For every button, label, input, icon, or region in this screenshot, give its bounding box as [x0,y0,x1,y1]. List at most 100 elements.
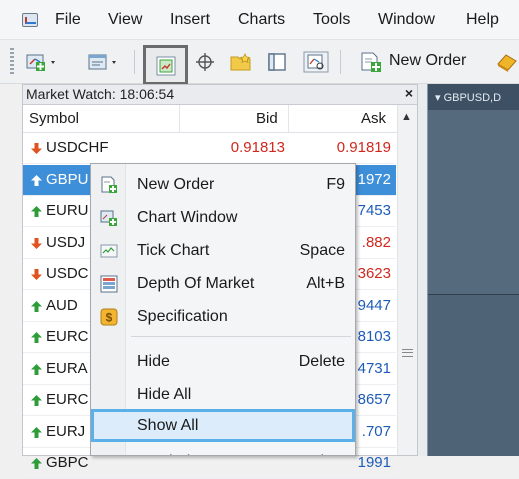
menu-item-chart-window[interactable]: Chart Window [91,201,355,234]
ask-price: 4731 [357,359,391,377]
navigator-icon [267,52,287,72]
arrow-up-icon [31,300,42,312]
column-bid[interactable]: Bid [256,110,278,127]
navigator-folder-button[interactable] [226,49,258,75]
menu-item-specification[interactable]: $ Specification [91,300,355,333]
menu-item-shortcut: F9 [326,176,345,193]
column-symbol[interactable]: Symbol [29,110,79,127]
menu-item-shortcut: Alt+B [306,275,345,292]
table-header: Symbol Bid Ask [23,105,417,133]
menu-item-symbols[interactable]: SymbolsCtrl+U [91,445,355,455]
ask-price: 1972 [357,170,391,188]
ask-price: 9447 [357,296,391,314]
market-watch-title: Market Watch: 18:06:54 [26,86,175,102]
menu-charts[interactable]: Charts [238,11,285,29]
arrow-up-icon [31,363,42,375]
chart-symbol-label: GBPUSD,D [443,92,502,104]
depth-of-market-icon [100,275,118,293]
symbol-name: GBPU [46,170,89,188]
column-divider[interactable] [288,105,289,132]
table-row[interactable]: USDCHF 0.91813 0.91819 [23,133,396,164]
symbol-name: EURC [46,328,89,345]
market-watch-titlebar: Market Watch: 18:06:54 × [23,85,417,105]
menu-view[interactable]: View [108,11,142,29]
ask-price: .882 [361,233,391,251]
symbol-name: GBPC [46,454,89,471]
profiles-button[interactable] [82,49,126,75]
menu-item-label: Specification [137,308,228,325]
arrow-down-icon [31,269,42,280]
ask-price: 7453 [357,202,391,219]
expert-advisors-button[interactable] [495,49,519,75]
column-ask[interactable]: Ask [361,110,386,127]
crosshair-button[interactable] [191,49,219,75]
symbol-name: USDC [46,265,89,282]
chart-area[interactable] [428,110,519,295]
scroll-up-arrow-icon[interactable]: ▲ [401,111,412,123]
scroll-grip-icon[interactable] [402,349,413,357]
menu-item-hide[interactable]: Hide Delete [91,345,355,378]
new-chart-button[interactable] [20,49,66,75]
new-chart-icon [26,52,60,72]
ask-price: 8657 [357,391,391,408]
menu-tools[interactable]: Tools [313,11,350,29]
data-window-button[interactable] [263,49,291,75]
svg-text:$: $ [106,311,113,325]
symbol-name: AUD [46,296,78,314]
arrow-up-icon [31,332,42,343]
arrow-up-icon [31,426,42,438]
symbol-name: EURJ [46,422,86,440]
menu-separator [131,336,351,337]
menu-item-label: Show All [137,417,199,434]
column-divider[interactable] [179,105,180,132]
new-order-label[interactable]: New Order [389,52,466,70]
menu-item-label: Depth Of Market [137,275,255,292]
ask-price: 0.91819 [336,139,391,156]
menu-item-hide-all[interactable]: Hide All [91,378,355,411]
menu-help[interactable]: Help [466,11,499,29]
new-order-button[interactable] [356,49,386,75]
menu-item-label: New Order [137,176,215,193]
expert-icon [496,52,518,72]
chart-title: ▾ GBPUSD,D [435,92,502,104]
autoscroll-button[interactable] [143,45,188,85]
panel-splitter[interactable] [418,84,427,456]
arrow-down-icon [31,143,42,154]
symbol-name: EURA [46,359,88,377]
menu-item-show-all[interactable]: Show All [91,409,355,442]
context-menu: New Order F9 Chart Window Tick Chart Space De… [90,163,356,456]
app-chart-icon[interactable] [22,13,38,27]
arrow-up-icon [31,458,42,469]
ask-price: 1991 [357,454,391,471]
chart-window[interactable]: ▾ GBPUSD,D [427,84,519,456]
menu-item-shortcut: Space [299,242,345,259]
crosshair-icon [195,52,215,72]
menu-item-depth-of-market[interactable]: Depth Of Market Alt+B [91,267,355,300]
zoom-chart-icon [303,51,329,73]
folder-star-icon [230,52,254,72]
specification-icon: $ [100,308,118,326]
toolbar-grip[interactable] [10,48,14,74]
profiles-icon [87,52,121,72]
menu-file[interactable]: File [55,11,81,29]
menu-item-label: Hide All [137,386,192,403]
chart-header: ▾ GBPUSD,D [428,84,519,110]
indicator-area[interactable] [428,295,519,456]
bid-price: 0.91813 [230,139,285,156]
chart-window-icon [100,209,118,227]
ask-price: .707 [361,422,391,440]
autoscroll-icon [156,56,176,80]
menu-item-new-order[interactable]: New Order F9 [91,168,355,201]
arrow-up-icon [31,206,42,217]
menu-item-label: Chart Window [137,209,238,226]
menu-insert[interactable]: Insert [170,11,210,29]
vertical-scrollbar[interactable]: ▲ [397,105,417,455]
zoom-chart-button[interactable] [298,49,334,75]
menu-window[interactable]: Window [378,11,435,29]
menu-item-tick-chart[interactable]: Tick Chart Space [91,234,355,267]
ask-price: 8103 [357,328,391,345]
new-order-icon [360,51,382,73]
symbol-name: EURC [46,391,89,408]
close-icon[interactable]: × [405,85,413,101]
menu-item-label: Tick Chart [137,242,210,259]
